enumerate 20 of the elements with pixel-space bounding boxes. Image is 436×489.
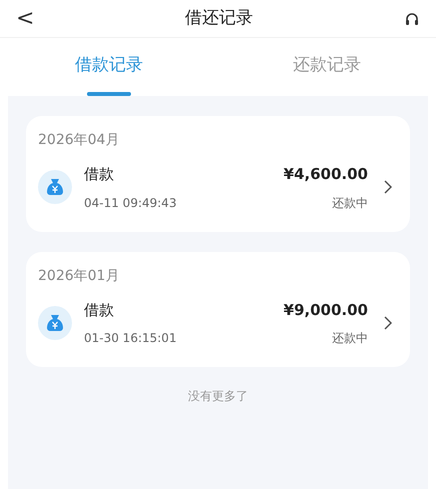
back-button[interactable]: < [16, 8, 34, 30]
chevron-right-icon [384, 316, 392, 330]
status-text: 还款中 [332, 330, 368, 347]
amount-text: ¥9,000.00 [284, 300, 368, 320]
no-more-text: 没有更多了 [188, 389, 248, 403]
money-bag-icon [38, 306, 72, 340]
chevron-right-icon [384, 180, 392, 194]
money-bag-icon [38, 170, 72, 204]
record-time: 01-30 16:15:01 [84, 330, 177, 347]
record-card[interactable]: 2026年04月 借款 ¥4,600.00 04-11 09:49:43 还款中 [26, 116, 410, 232]
month-label: 2026年04月 [38, 132, 120, 148]
headset-icon[interactable] [404, 10, 420, 26]
record-time: 04-11 09:49:43 [84, 194, 177, 212]
amount-text: ¥4,600.00 [284, 164, 368, 185]
page-title: 借还记录 [185, 6, 254, 30]
record-title: 借款 [84, 164, 114, 185]
record-card[interactable]: 2026年01月 借款 ¥9,000.00 01-30 16:15:01 还款中 [26, 252, 410, 367]
month-label: 2026年01月 [38, 268, 120, 284]
record-title: 借款 [84, 300, 114, 320]
status-text: 还款中 [332, 194, 368, 212]
